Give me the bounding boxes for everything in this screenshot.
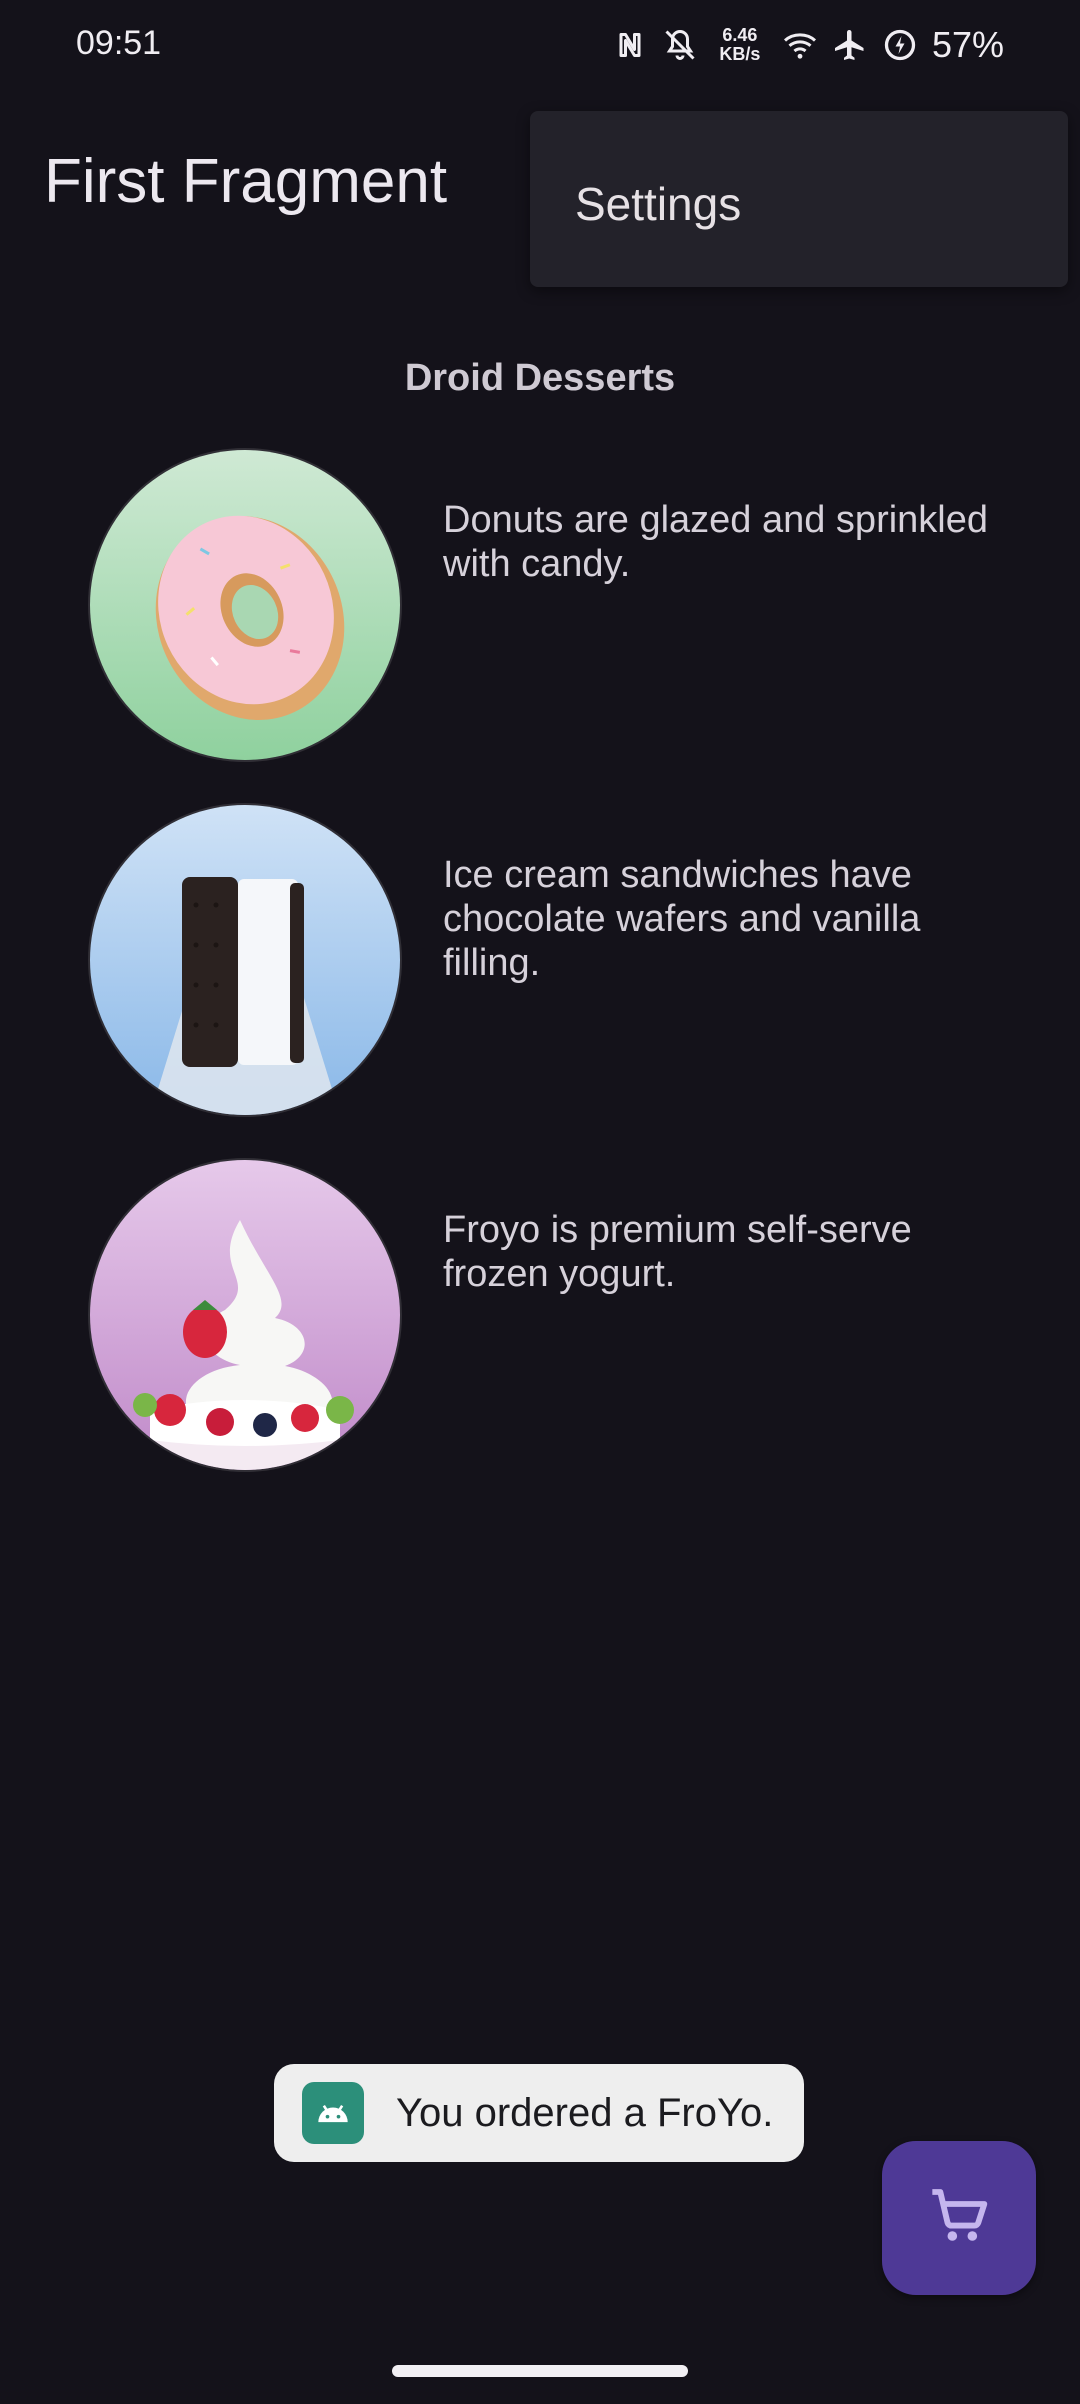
dessert-item-ice-cream-sandwich: Ice cream sandwiches have chocolate wafe… bbox=[88, 803, 1048, 1117]
network-speed-unit: KB/s bbox=[719, 44, 761, 64]
gesture-navigation-handle[interactable] bbox=[392, 2365, 688, 2377]
section-heading: Droid Desserts bbox=[404, 357, 676, 399]
dessert-description: Froyo is premium self-serve frozen yogur… bbox=[443, 1209, 912, 1295]
toast-message: You ordered a FroYo. bbox=[274, 2064, 804, 2162]
shopping-cart-icon bbox=[927, 2184, 991, 2253]
dessert-description: Ice cream sandwiches have chocolate wafe… bbox=[443, 854, 921, 984]
dessert-description: Donuts are glazed and sprinkled with can… bbox=[443, 499, 989, 585]
battery-saver-icon bbox=[882, 27, 918, 63]
bell-off-icon bbox=[662, 27, 698, 63]
menu-item-settings[interactable]: Settings bbox=[575, 177, 741, 231]
ice-cream-sandwich-image[interactable] bbox=[88, 803, 402, 1117]
network-speed-value: 6.46 bbox=[722, 25, 758, 45]
dessert-item-froyo: Froyo is premium self-serve frozen yogur… bbox=[88, 1158, 1048, 1472]
toast-text: You ordered a FroYo. bbox=[396, 2090, 774, 2135]
overflow-menu: Settings bbox=[530, 111, 1068, 287]
app-bar-title: First Fragment bbox=[44, 147, 448, 216]
froyo-image[interactable] bbox=[88, 1158, 402, 1472]
battery-percent: 57% bbox=[931, 24, 1004, 65]
status-time: 09:51 bbox=[76, 24, 162, 62]
airplane-mode-icon bbox=[832, 27, 868, 63]
android-icon bbox=[302, 2082, 364, 2144]
cart-fab-button[interactable] bbox=[882, 2141, 1036, 2295]
network-speed: 6.46 KB/s bbox=[712, 26, 768, 64]
nfc-icon bbox=[612, 27, 648, 63]
dessert-item-donut: Donuts are glazed and sprinkled with can… bbox=[88, 448, 1048, 762]
donut-image[interactable] bbox=[88, 448, 402, 762]
status-bar: 09:51 6.46 KB/s 57% bbox=[0, 0, 1080, 90]
wifi-icon bbox=[782, 27, 818, 63]
status-icons: 6.46 KB/s 57% bbox=[612, 20, 1004, 70]
